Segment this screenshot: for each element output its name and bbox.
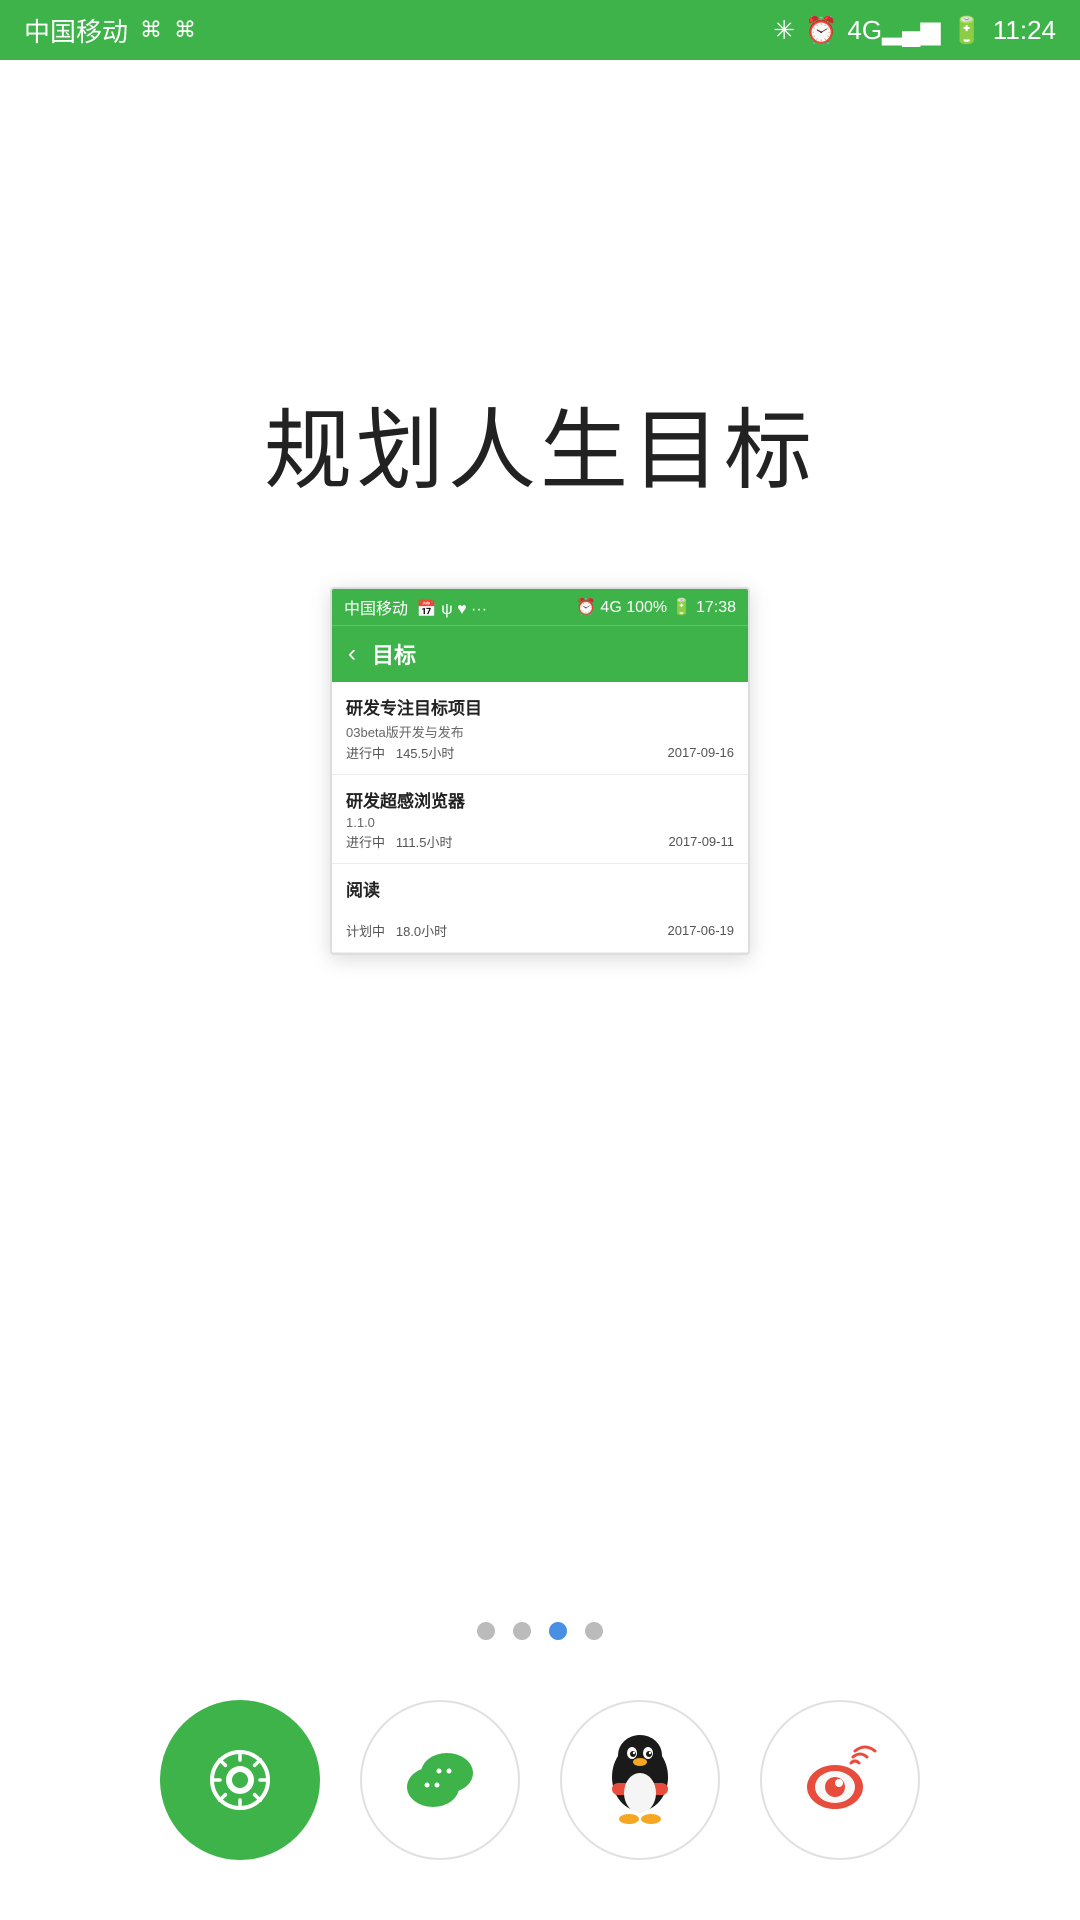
screenshot-carrier: 中国移动 📅 ψ ♥ ··· (344, 595, 487, 619)
item-row-3: 计划中 18.0小时 2017-06-19 (346, 921, 734, 940)
item-title-1: 研发专注目标项目 (346, 694, 734, 719)
bluetooth-icon: ✳ (773, 15, 795, 46)
item-status-3: 计划中 18.0小时 (346, 921, 447, 940)
screenshot-statusbar: 中国移动 📅 ψ ♥ ··· ⏰ 4G 100% 🔋 17:38 (332, 589, 748, 625)
pagination-dots (477, 1622, 603, 1640)
wechat-button[interactable] (360, 1700, 520, 1860)
item-title-3: 阅读 (346, 876, 734, 901)
item-title-2: 研发超感浏览器 (346, 787, 734, 812)
list-item[interactable]: 研发超感浏览器 1.1.0 进行中 111.5小时 2017-09-11 (332, 775, 748, 864)
item-date-3: 2017-06-19 (668, 923, 735, 938)
dot-4[interactable] (585, 1622, 603, 1640)
page-title: 规划人生目标 (264, 380, 816, 507)
item-row-2: 进行中 111.5小时 2017-09-11 (346, 832, 734, 851)
item-subtitle-3 (346, 904, 734, 919)
qq-button[interactable] (560, 1700, 720, 1860)
status-bar-left: 中国移动 ⌘ ⌘ (24, 12, 196, 49)
bottom-icons (160, 1700, 920, 1860)
list-item[interactable]: 阅读 计划中 18.0小时 2017-06-19 (332, 864, 748, 953)
item-row-1: 进行中 145.5小时 2017-09-16 (346, 743, 734, 762)
battery-icon: 🔋 (950, 15, 982, 46)
phone-screenshot: 中国移动 📅 ψ ♥ ··· ⏰ 4G 100% 🔋 17:38 ‹ 目标 研发… (330, 587, 750, 955)
eye-camera-svg (200, 1740, 280, 1820)
screenshot-time: ⏰ 4G 100% 🔋 17:38 (576, 597, 736, 617)
usb-icon: ⌘ (140, 17, 162, 43)
screenshot-header: ‹ 目标 (332, 625, 748, 682)
list-item[interactable]: 研发专注目标项目 03beta版开发与发布 进行中 145.5小时 2017-0… (332, 682, 748, 775)
item-date-1: 2017-09-16 (668, 745, 735, 760)
item-status-1: 进行中 145.5小时 (346, 743, 454, 762)
item-subtitle-2: 1.1.0 (346, 815, 734, 830)
dot-2[interactable] (513, 1622, 531, 1640)
screenshot-header-title: 目标 (372, 638, 416, 670)
dot-3-active[interactable] (549, 1622, 567, 1640)
screenshot-body: 研发专注目标项目 03beta版开发与发布 进行中 145.5小时 2017-0… (332, 682, 748, 953)
app-main-icon[interactable] (160, 1700, 320, 1860)
weibo-svg (795, 1735, 885, 1825)
signal-icon: 4G▂▄▆ (847, 15, 940, 46)
item-status-2: 进行中 111.5小时 (346, 832, 452, 851)
qq-svg (595, 1725, 685, 1835)
carrier-label: 中国移动 (24, 12, 128, 49)
status-bar: 中国移动 ⌘ ⌘ ✳ ⏰ 4G▂▄▆ 🔋 11:24 (0, 0, 1080, 60)
status-bar-right: ✳ ⏰ 4G▂▄▆ 🔋 11:24 (773, 15, 1056, 46)
alarm-icon: ⏰ (805, 15, 837, 46)
back-arrow-icon[interactable]: ‹ (348, 640, 356, 668)
item-subtitle-1: 03beta版开发与发布 (346, 722, 734, 741)
main-content: 规划人生目标 中国移动 📅 ψ ♥ ··· ⏰ 4G 100% 🔋 17:38 … (0, 60, 1080, 1920)
usb-icon2: ⌘ (174, 17, 196, 43)
dot-1[interactable] (477, 1622, 495, 1640)
item-date-2: 2017-09-11 (668, 834, 734, 849)
weibo-button[interactable] (760, 1700, 920, 1860)
wechat-svg (395, 1735, 485, 1825)
time-label: 11:24 (993, 15, 1056, 46)
